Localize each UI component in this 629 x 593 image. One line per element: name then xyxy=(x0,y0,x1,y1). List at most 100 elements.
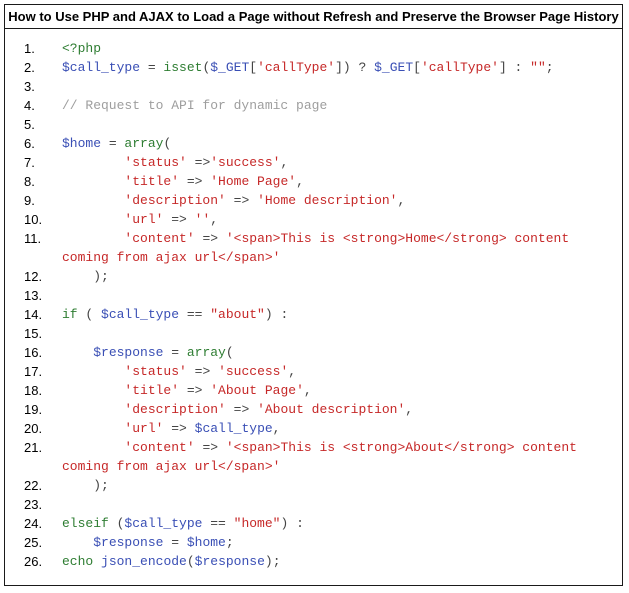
code-token: == xyxy=(179,307,211,322)
code-token: , xyxy=(210,212,219,227)
code-token: , xyxy=(397,193,406,208)
code-token: "" xyxy=(530,60,546,75)
code-token: $call_type xyxy=(194,421,273,436)
line-number: 1. xyxy=(24,41,35,56)
code-token: => xyxy=(225,402,258,417)
code-token: 'content' xyxy=(124,440,195,455)
code-token: => xyxy=(186,155,211,170)
line-code: 'title' => 'About Page', xyxy=(62,381,615,400)
code-token: $call_type xyxy=(101,307,180,322)
code-token: "about" xyxy=(210,307,265,322)
line-number: 15. xyxy=(24,326,43,341)
code-token: ) : xyxy=(264,307,289,322)
code-line: 9. 'description' => 'Home description', xyxy=(5,191,622,210)
line-number: 18. xyxy=(24,383,43,398)
code-token: => xyxy=(194,440,226,455)
code-block: 1. <?php 2. $call_type = isset($_GET['callT… xyxy=(5,39,622,571)
code-token: ); xyxy=(264,554,281,569)
line-number: 23. xyxy=(24,497,43,512)
code-token: "home" xyxy=(233,516,281,531)
line-number: 14. xyxy=(24,307,43,322)
line-number: 24. xyxy=(24,516,43,531)
code-token: <?php xyxy=(62,41,102,56)
code-token: 'description' xyxy=(124,193,226,208)
code-line: 16. $response = array( xyxy=(5,343,622,362)
code-token: isset xyxy=(163,60,203,75)
code-token: $call_type xyxy=(124,516,203,531)
line-code: $response = $home; xyxy=(62,533,615,552)
code-token: $home xyxy=(62,136,102,151)
code-token: = xyxy=(163,535,187,550)
code-token: => xyxy=(225,193,258,208)
line-number: 3. xyxy=(24,79,35,94)
code-token: $_GET xyxy=(374,60,414,75)
code-token: 'status' xyxy=(124,364,187,379)
line-number: 12. xyxy=(24,269,43,284)
line-code: echo json_encode($response); xyxy=(62,552,615,571)
code-token: ] : xyxy=(498,60,531,75)
code-line: 6. $home = array( xyxy=(5,134,622,153)
line-code: 'description' => 'About description', xyxy=(62,400,615,419)
code-line: 22. ); xyxy=(5,476,622,495)
code-token: , xyxy=(405,402,414,417)
code-token: 'success' xyxy=(218,364,289,379)
code-token: array xyxy=(124,136,164,151)
code-line: 2. $call_type = isset($_GET['callType']) … xyxy=(5,58,622,77)
line-number: 5. xyxy=(24,117,35,132)
code-line: 15. xyxy=(5,324,622,343)
code-line: 1. <?php xyxy=(5,39,622,58)
code-token: = xyxy=(101,136,125,151)
line-code: $response = array( xyxy=(62,343,615,362)
line-code: if ( $call_type == "about") : xyxy=(62,305,615,324)
code-token: = xyxy=(140,60,164,75)
line-code: 'content' => '<span>This is <strong>Abou… xyxy=(62,438,615,476)
code-token: , xyxy=(296,174,304,189)
code-token: 'Home description' xyxy=(257,193,398,208)
code-line: 19. 'description' => 'About description'… xyxy=(5,400,622,419)
code-token: $response xyxy=(93,535,164,550)
line-number: 9. xyxy=(24,193,35,208)
line-number: 6. xyxy=(24,136,35,151)
code-token: ; xyxy=(225,535,234,550)
code-token: 'description' xyxy=(124,402,226,417)
code-line: 11. 'content' => '<span>This is <strong>… xyxy=(5,229,622,267)
code-token: ]) ? xyxy=(335,60,375,75)
code-token: , xyxy=(303,383,312,398)
code-line: 24. elseif ($call_type == "home") : xyxy=(5,514,622,533)
code-token: => xyxy=(163,212,195,227)
code-token: == xyxy=(202,516,234,531)
code-token: = xyxy=(163,345,187,360)
line-code: 'status' => 'success', xyxy=(62,362,615,381)
line-number: 26. xyxy=(24,554,43,569)
code-line: 8. 'title' => 'Home Page', xyxy=(5,172,622,191)
code-token: => xyxy=(179,174,211,189)
code-token: 'title' xyxy=(124,174,180,189)
code-token: , xyxy=(288,364,297,379)
code-line: 20. 'url' => $call_type, xyxy=(5,419,622,438)
code-line: 12. ); xyxy=(5,267,622,286)
line-code: 'description' => 'Home description', xyxy=(62,191,615,210)
code-token: ); xyxy=(62,269,109,284)
code-token: [ xyxy=(413,60,421,75)
code-line: 14. if ( $call_type == "about") : xyxy=(5,305,622,324)
line-code: ); xyxy=(62,476,615,495)
code-token: [ xyxy=(249,60,258,75)
code-token: => xyxy=(186,364,219,379)
code-listing-panel: How to Use PHP and AJAX to Load a Page w… xyxy=(4,4,623,586)
code-token: 'About description' xyxy=(257,402,406,417)
line-code: $call_type = isset($_GET['callType']) ? … xyxy=(62,58,615,77)
line-number: 11. xyxy=(24,231,42,246)
code-token: ( xyxy=(225,345,234,360)
code-token: elseif xyxy=(62,516,109,531)
code-token: => xyxy=(179,383,211,398)
code-line: 18. 'title' => 'About Page', xyxy=(5,381,622,400)
code-token: => xyxy=(163,421,195,436)
